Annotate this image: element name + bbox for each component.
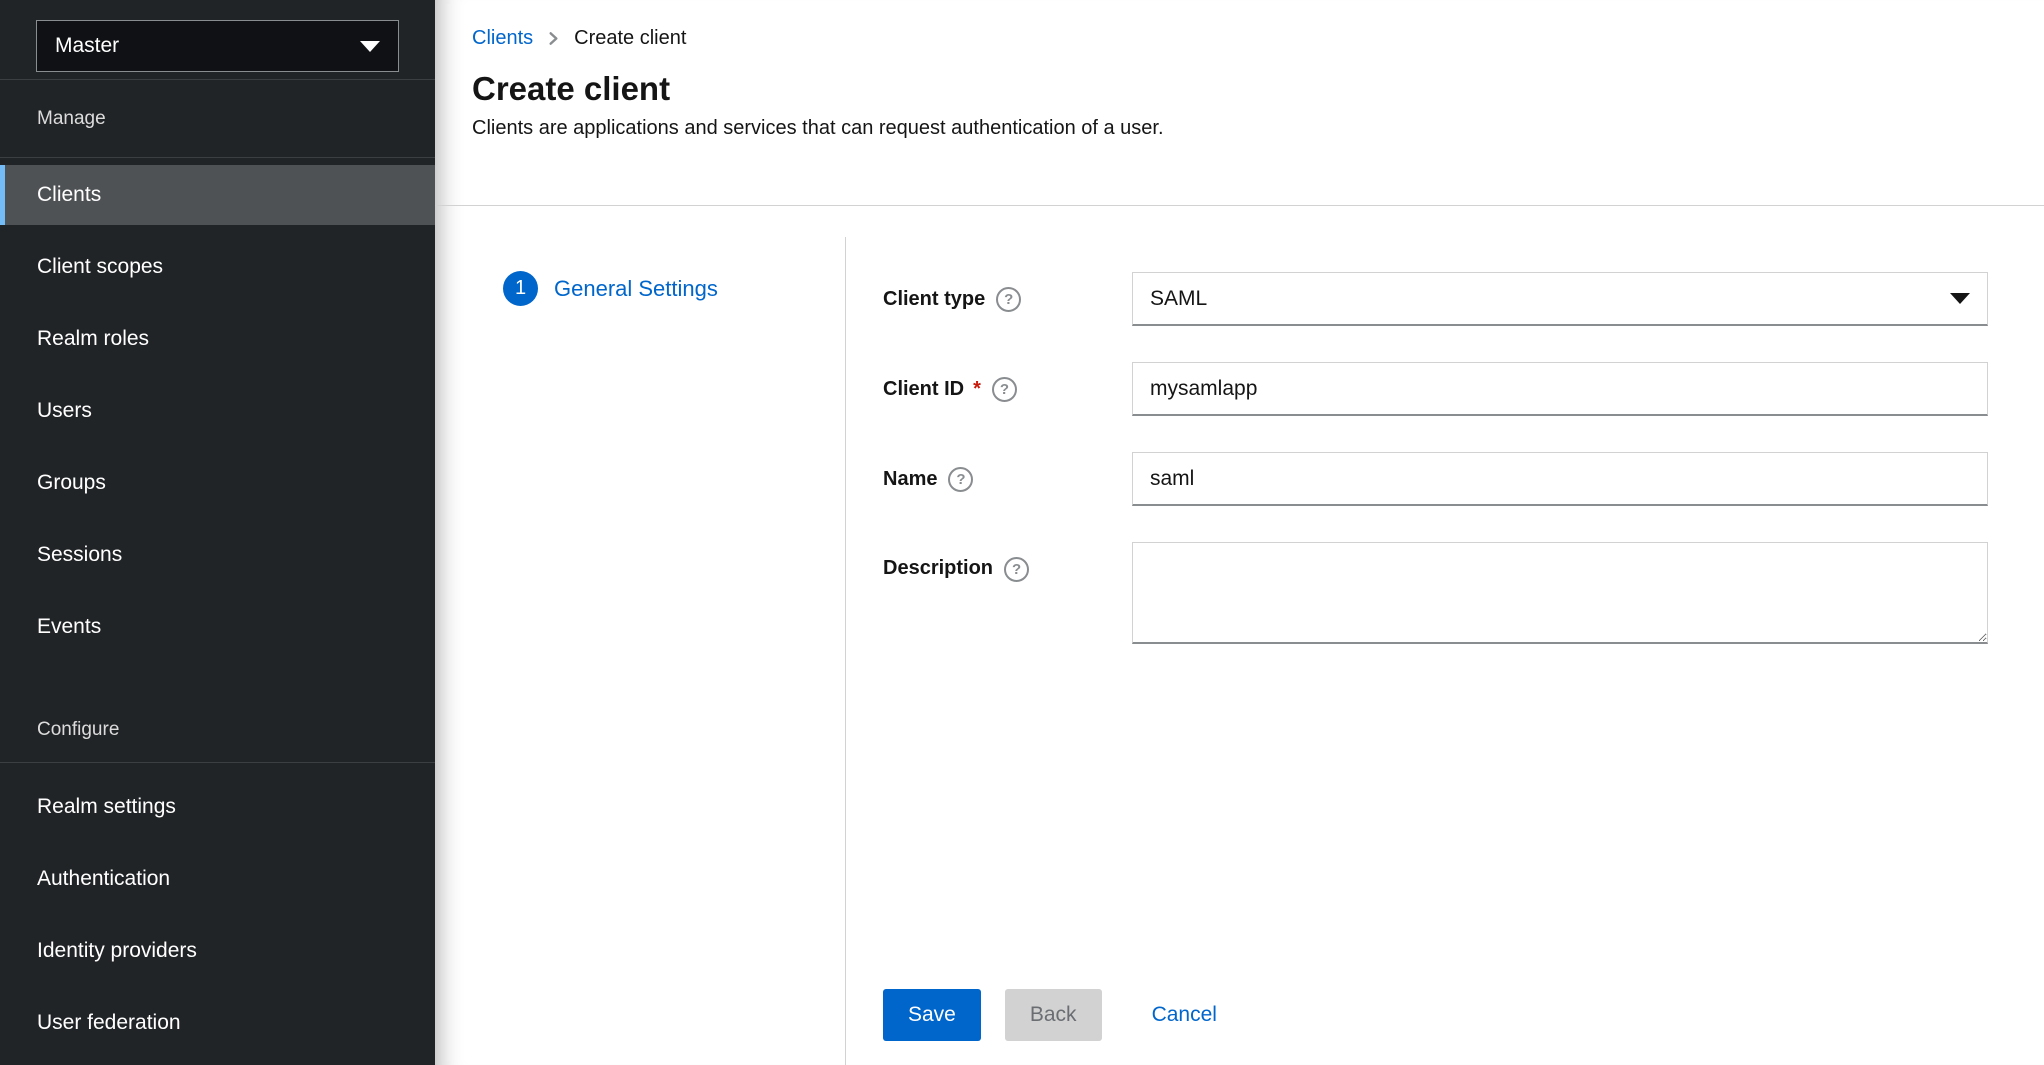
form-actions: Save Back Cancel [883, 989, 1988, 1041]
caret-down-icon [1950, 293, 1970, 304]
sidebar-item-identity-providers[interactable]: Identity providers [0, 921, 435, 981]
sidebar-item-clients[interactable]: Clients [0, 165, 435, 225]
description-input-col [1132, 542, 1988, 649]
sidebar-item-label: User federation [37, 1011, 181, 1035]
client-type-label-group: Client type ? [883, 272, 1132, 326]
general-settings-form: Client type ? SAML Client ID [846, 237, 2044, 1065]
chevron-right-icon [546, 31, 561, 46]
current-realm-name: Master [55, 34, 119, 58]
help-icon[interactable]: ? [992, 377, 1017, 402]
page-subtitle: Clients are applications and services th… [472, 117, 2044, 140]
sidebar-item-label: Realm settings [37, 795, 176, 819]
nav-section-configure: Configure [0, 697, 435, 763]
client-type-input-col: SAML [1132, 272, 1988, 326]
help-icon[interactable]: ? [1004, 557, 1029, 582]
sidebar-item-label: Authentication [37, 867, 170, 891]
breadcrumb-link-clients[interactable]: Clients [472, 27, 533, 50]
sidebar-item-users[interactable]: Users [0, 381, 435, 441]
sidebar-item-realm-settings[interactable]: Realm settings [0, 777, 435, 837]
required-indicator: * [973, 378, 981, 401]
client-type-row: Client type ? SAML [883, 272, 1988, 326]
realm-selector: Master [0, 0, 435, 80]
nav-list-manage: Clients Client scopes Realm roles Users … [0, 158, 435, 657]
nav-list-configure: Realm settings Authentication Identity p… [0, 763, 435, 1053]
sidebar-item-label: Realm roles [37, 327, 149, 351]
sidebar-nav: Manage Clients Client scopes Realm roles… [0, 80, 435, 1065]
name-input[interactable] [1132, 452, 1988, 506]
back-button[interactable]: Back [1005, 989, 1102, 1041]
sidebar-item-sessions[interactable]: Sessions [0, 525, 435, 585]
page-title: Create client [472, 70, 2044, 108]
sidebar-item-realm-roles[interactable]: Realm roles [0, 309, 435, 369]
help-icon[interactable]: ? [996, 287, 1021, 312]
question-mark-glyph: ? [956, 471, 965, 488]
client-id-input[interactable] [1132, 362, 1988, 416]
client-id-input-col [1132, 362, 1988, 416]
sidebar-item-authentication[interactable]: Authentication [0, 849, 435, 909]
sidebar-item-label: Client scopes [37, 255, 163, 279]
client-type-label: Client type [883, 288, 985, 311]
wizard-nav: 1 General Settings [435, 237, 846, 1065]
page-header: Clients Create client Create client Clie… [435, 0, 2044, 206]
client-type-select[interactable]: SAML [1132, 272, 1988, 326]
sidebar-item-label: Users [37, 399, 92, 423]
realm-switcher-button[interactable]: Master [36, 20, 399, 72]
sidebar-item-label: Sessions [37, 543, 122, 567]
description-row: Description ? [883, 542, 1988, 649]
app-root: Master Manage Clients Client scopes Real… [0, 0, 2044, 1065]
save-button[interactable]: Save [883, 989, 981, 1041]
breadcrumb: Clients Create client [472, 27, 2044, 50]
name-row: Name ? [883, 452, 1988, 506]
sidebar-item-user-federation[interactable]: User federation [0, 993, 435, 1053]
question-mark-glyph: ? [1000, 381, 1009, 398]
question-mark-glyph: ? [1012, 561, 1021, 578]
client-type-selected-value: SAML [1150, 287, 1207, 311]
help-icon[interactable]: ? [948, 467, 973, 492]
wizard-step-number-badge: 1 [503, 271, 538, 306]
sidebar-item-label: Clients [37, 183, 101, 207]
name-input-col [1132, 452, 1988, 506]
description-label-group: Description ? [883, 542, 1132, 649]
sidebar: Master Manage Clients Client scopes Real… [0, 0, 435, 1065]
description-textarea[interactable] [1132, 542, 1988, 644]
breadcrumb-current: Create client [574, 27, 686, 50]
cancel-button[interactable]: Cancel [1152, 1003, 1217, 1027]
sidebar-item-label: Groups [37, 471, 106, 495]
client-id-label: Client ID [883, 378, 964, 401]
client-id-row: Client ID * ? [883, 362, 1988, 416]
question-mark-glyph: ? [1004, 291, 1013, 308]
sidebar-item-groups[interactable]: Groups [0, 453, 435, 513]
nav-section-manage: Manage [0, 80, 435, 158]
description-label: Description [883, 557, 993, 580]
create-client-wizard: 1 General Settings Client type ? SAML [435, 237, 2044, 1065]
wizard-step-general-settings[interactable]: 1 General Settings [435, 271, 845, 306]
sidebar-item-label: Identity providers [37, 939, 197, 963]
main-content: Clients Create client Create client Clie… [435, 0, 2044, 1065]
wizard-step-label: General Settings [554, 276, 718, 302]
sidebar-item-client-scopes[interactable]: Client scopes [0, 237, 435, 297]
name-label-group: Name ? [883, 452, 1132, 506]
name-label: Name [883, 468, 937, 491]
client-id-label-group: Client ID * ? [883, 362, 1132, 416]
sidebar-item-events[interactable]: Events [0, 597, 435, 657]
sidebar-item-label: Events [37, 615, 101, 639]
caret-down-icon [360, 41, 380, 52]
